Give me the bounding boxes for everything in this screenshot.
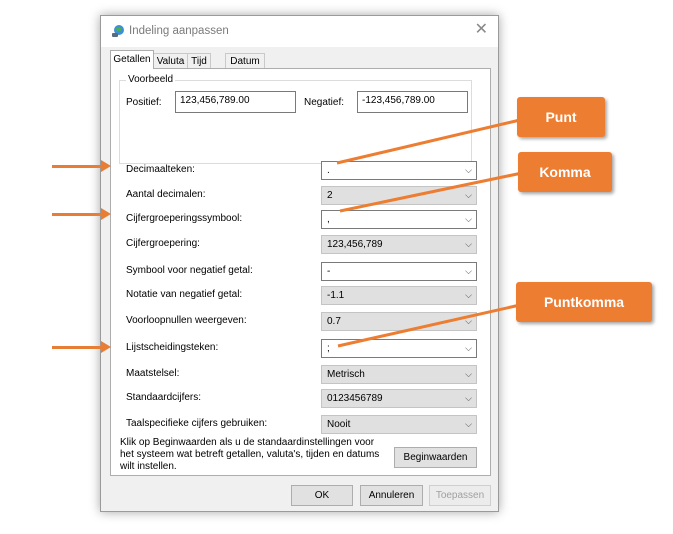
pointer-punt <box>336 118 521 165</box>
callout-punt: Punt <box>517 97 605 137</box>
callout-komma: Komma <box>518 152 612 192</box>
tab-getallen[interactable]: Getallen <box>110 50 154 69</box>
pointer-puntkomma <box>337 303 521 348</box>
pointer-komma <box>339 171 523 213</box>
callout-puntkomma: Puntkomma <box>516 282 652 322</box>
callout-pointers <box>336 118 523 348</box>
